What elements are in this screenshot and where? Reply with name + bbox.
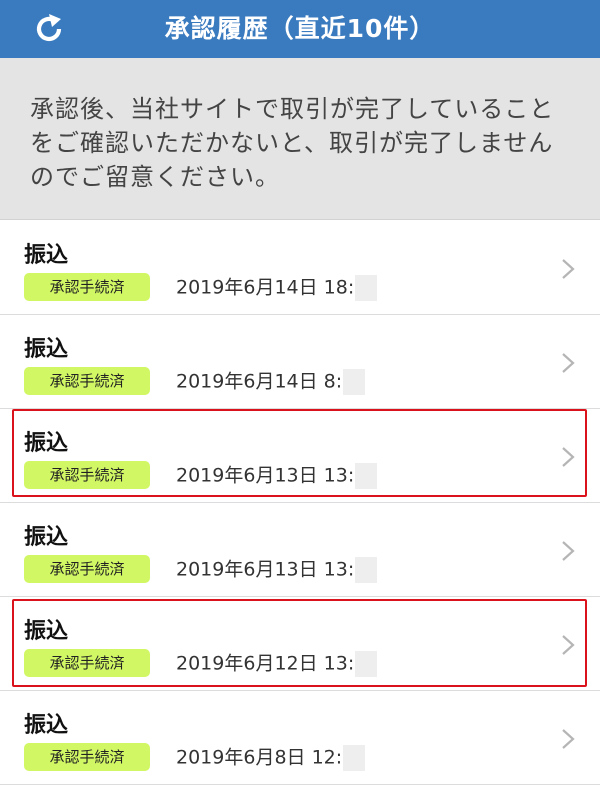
list-item[interactable]: 振込 承認手続済 2019年6月8日 12:	[0, 691, 600, 785]
datetime-text: 2019年6月12日 13:	[176, 652, 355, 675]
chevron-right-icon	[562, 353, 575, 373]
status-badge: 承認手続済	[24, 461, 150, 489]
list-item[interactable]: 振込 承認手続済 2019年6月12日 13:	[0, 597, 600, 691]
datetime-text: 2019年6月14日 8:	[176, 370, 343, 393]
list-item[interactable]: 振込 承認手続済 2019年6月14日 18:	[0, 221, 600, 315]
notice-banner: 承認後、当社サイトで取引が完了していることをご確認いただかないと、取引が完了しま…	[0, 58, 600, 220]
notice-text: 承認後、当社サイトで取引が完了していることをご確認いただかないと、取引が完了しま…	[30, 95, 555, 191]
chevron-right-icon	[562, 447, 575, 467]
datetime-text: 2019年6月13日 13:	[176, 464, 355, 487]
redacted-block	[343, 369, 366, 395]
list-item[interactable]: 振込 承認手続済 2019年6月13日 13:	[0, 409, 600, 503]
chevron-right-icon	[562, 635, 575, 655]
header-bar: 承認履歴（直近10件）	[0, 0, 600, 58]
chevron-right-icon	[562, 259, 575, 279]
transaction-type: 振込	[24, 337, 69, 362]
transaction-type: 振込	[24, 619, 69, 644]
redacted-block	[355, 557, 378, 583]
datetime-text: 2019年6月13日 13:	[176, 558, 355, 581]
transaction-type: 振込	[24, 431, 69, 456]
status-badge: 承認手続済	[24, 649, 150, 677]
status-badge: 承認手続済	[24, 273, 150, 301]
list-item[interactable]: 振込 承認手続済 2019年6月14日 8:	[0, 315, 600, 409]
list-item[interactable]: 振込 承認手続済 2019年6月13日 13:	[0, 503, 600, 597]
chevron-right-icon	[562, 729, 575, 749]
transaction-datetime: 2019年6月12日 13:	[176, 651, 378, 677]
history-list: 振込 承認手続済 2019年6月14日 18: 振込 承認手続済 2019年6月…	[0, 221, 600, 785]
page-title: 承認履歴（直近10件）	[164, 14, 436, 43]
transaction-datetime: 2019年6月13日 13:	[176, 557, 378, 583]
redacted-block	[355, 651, 378, 677]
transaction-datetime: 2019年6月8日 12:	[176, 745, 366, 771]
refresh-button[interactable]	[26, 6, 72, 52]
transaction-type: 振込	[24, 525, 69, 550]
refresh-icon	[36, 14, 62, 42]
status-badge: 承認手続済	[24, 367, 150, 395]
transaction-type: 振込	[24, 713, 69, 738]
datetime-text: 2019年6月8日 12:	[176, 746, 343, 769]
status-badge: 承認手続済	[24, 743, 150, 771]
transaction-type: 振込	[24, 243, 69, 268]
redacted-block	[355, 463, 378, 489]
transaction-datetime: 2019年6月14日 18:	[176, 275, 378, 301]
transaction-datetime: 2019年6月13日 13:	[176, 463, 378, 489]
transaction-datetime: 2019年6月14日 8:	[176, 369, 366, 395]
redacted-block	[343, 745, 366, 771]
status-badge: 承認手続済	[24, 555, 150, 583]
redacted-block	[355, 275, 378, 301]
chevron-right-icon	[562, 541, 575, 561]
datetime-text: 2019年6月14日 18:	[176, 276, 355, 299]
